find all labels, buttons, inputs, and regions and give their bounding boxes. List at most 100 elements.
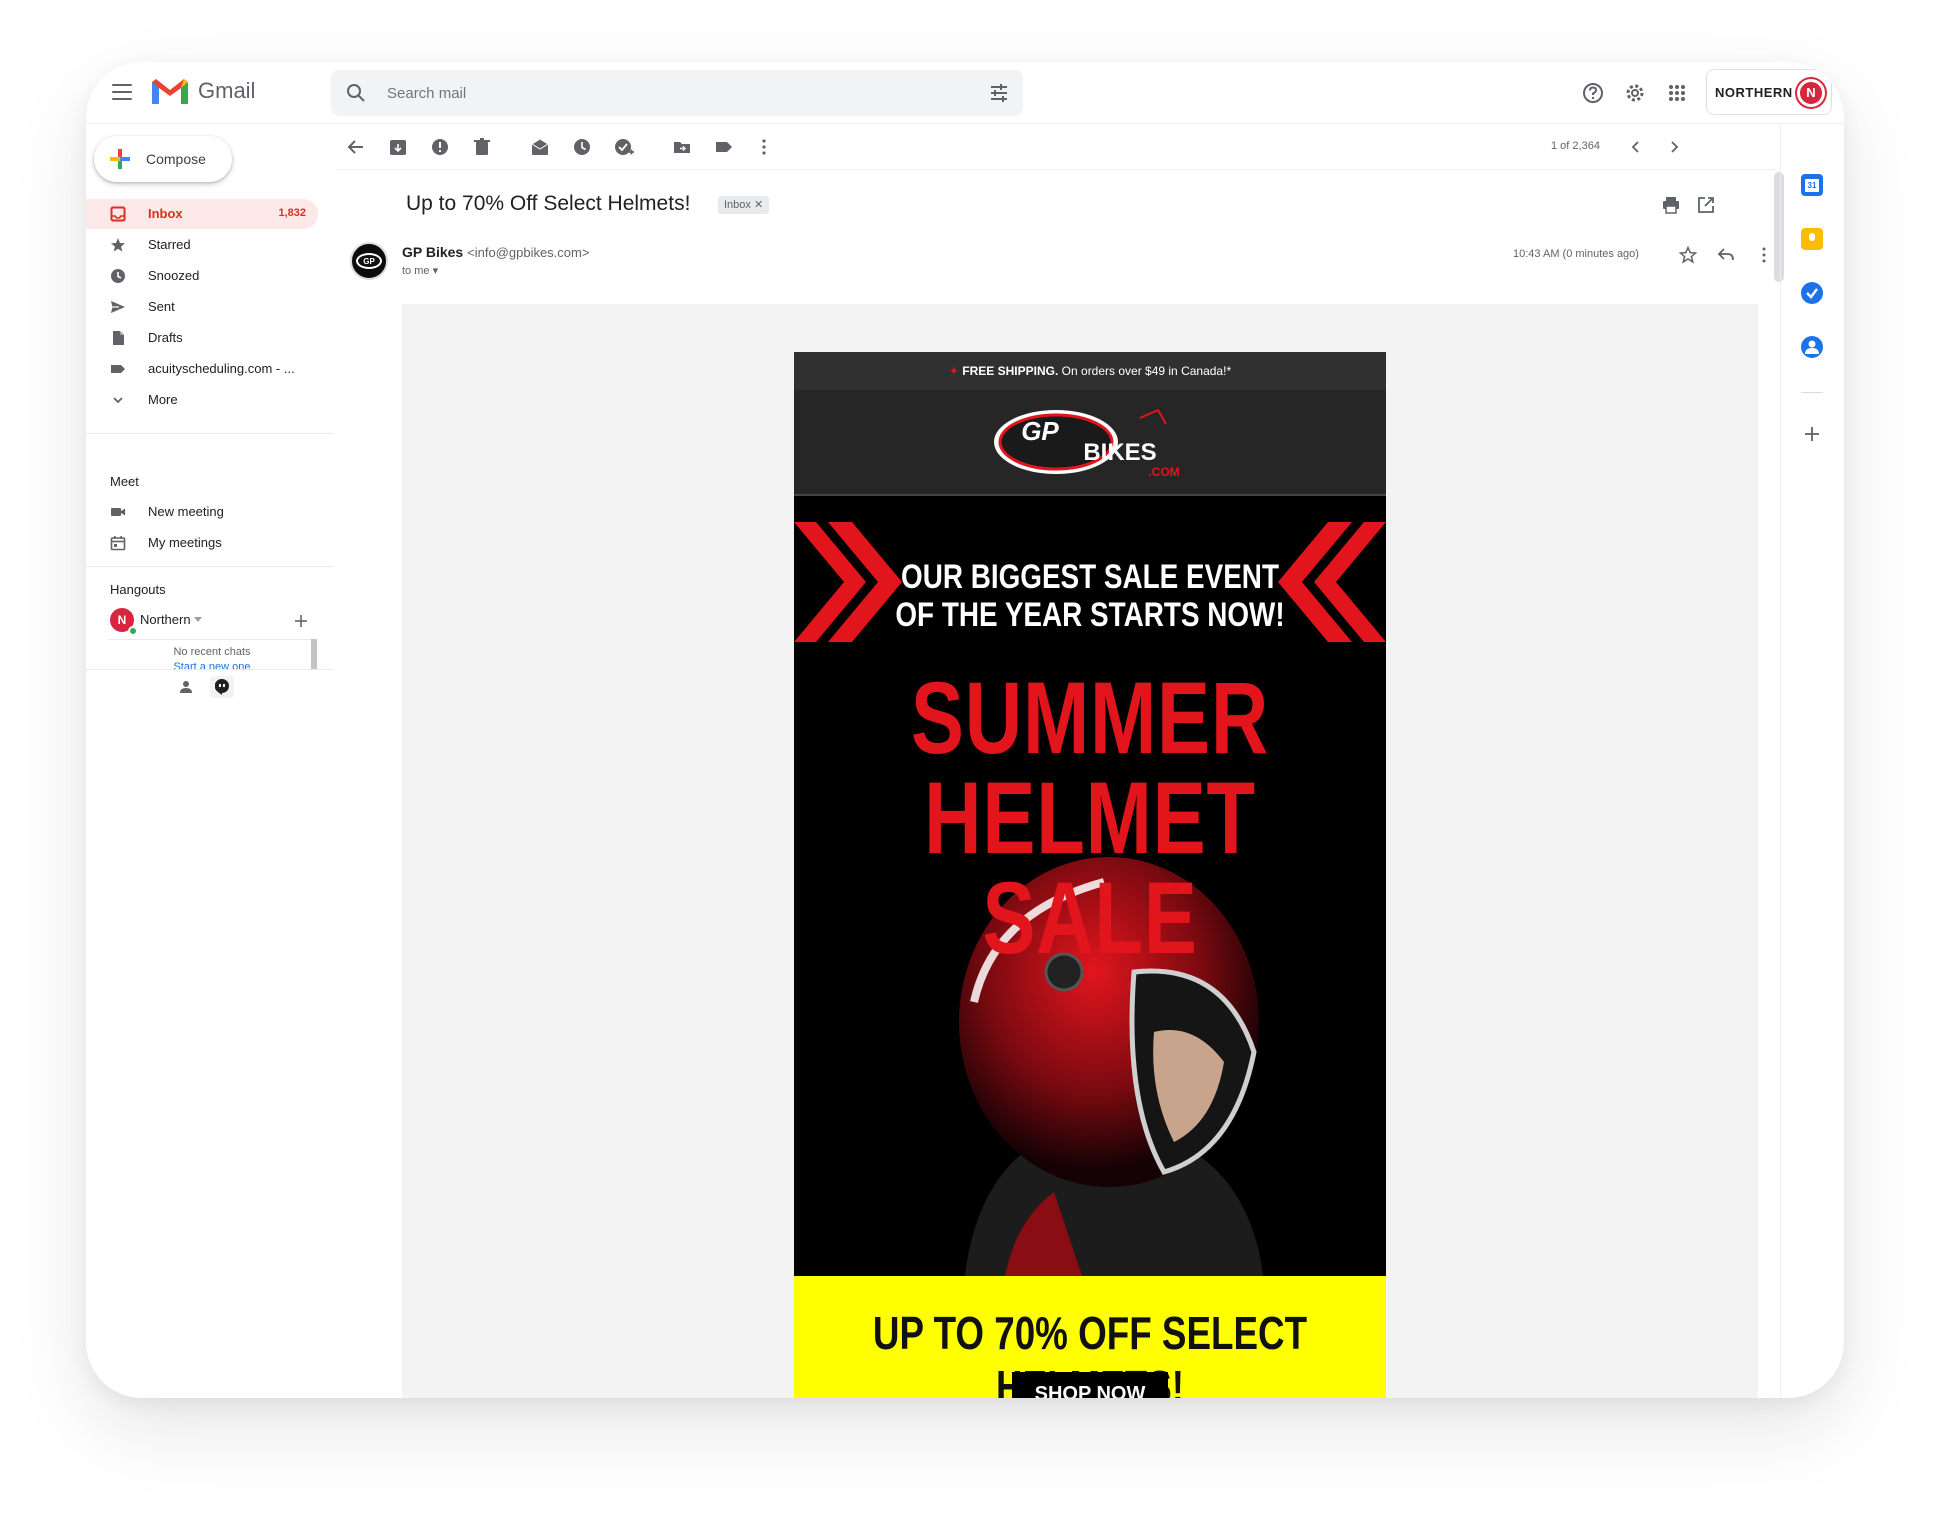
shipping-bold-text: FREE SHIPPING. <box>962 364 1059 378</box>
svg-text:GP: GP <box>363 257 375 266</box>
settings-gear-icon[interactable] <box>1622 80 1648 106</box>
open-new-window-icon[interactable] <box>1696 195 1716 215</box>
newsletter: ✦ FREE SHIPPING. On orders over $49 in C… <box>794 352 1386 1398</box>
recipient-text: to me <box>402 265 430 277</box>
account-name: NORTHERN <box>1715 85 1793 100</box>
my-meetings-label: My meetings <box>148 535 222 550</box>
add-to-tasks-icon[interactable] <box>614 137 634 157</box>
sidebar-item-snoozed[interactable]: Snoozed <box>86 261 318 291</box>
email-subject: Up to 70% Off Select Helmets! <box>406 192 691 215</box>
label-icon[interactable] <box>714 137 734 157</box>
add-chat-icon[interactable] <box>293 613 309 629</box>
main-content: 1 of 2,364 Up to 70% Off Select Helmets!… <box>336 124 1776 1398</box>
apps-grid-icon[interactable] <box>1664 80 1690 106</box>
sender-email: <info@gpbikes.com> <box>467 245 590 260</box>
contacts-person-icon[interactable] <box>179 680 193 694</box>
chat-list-scrollbar[interactable] <box>311 639 317 669</box>
caret-down-icon[interactable] <box>194 617 202 623</box>
get-addons-plus-icon[interactable] <box>1802 424 1822 444</box>
email-timestamp: 10:43 AM (0 minutes ago) <box>1513 248 1639 260</box>
new-meeting-item[interactable]: New meeting <box>86 497 318 527</box>
sender-avatar[interactable]: GP <box>350 242 388 280</box>
chevron-left-icon[interactable] <box>1626 137 1646 157</box>
rail-divider <box>1801 392 1823 393</box>
gmail-wordmark[interactable]: Gmail <box>198 78 255 104</box>
sidebar-item-drafts[interactable]: Drafts <box>86 323 318 353</box>
sidebar-divider <box>86 566 334 567</box>
search-bar[interactable] <box>331 70 1023 116</box>
contacts-app-icon[interactable] <box>1801 336 1823 358</box>
account-switcher[interactable]: NORTHERN N <box>1706 69 1832 115</box>
message-more-icon[interactable] <box>1755 246 1773 264</box>
label-chip-text: Inbox <box>724 199 751 211</box>
shop-now-button[interactable]: SHOP NOW <box>1012 1372 1168 1398</box>
sidebar-item-label: Sent <box>148 299 175 314</box>
new-meeting-label: New meeting <box>148 504 224 519</box>
search-icon[interactable] <box>345 82 367 104</box>
main-menu-icon[interactable] <box>112 84 132 100</box>
left-sidebar: Compose Inbox 1,832 Starred Snoozed Sent… <box>86 124 336 1398</box>
compose-plus-icon <box>110 149 130 169</box>
sidebar-item-inbox[interactable]: Inbox 1,832 <box>86 199 318 229</box>
search-options-icon[interactable] <box>989 83 1009 103</box>
archive-icon[interactable] <box>388 137 408 157</box>
shipping-banner[interactable]: ✦ FREE SHIPPING. On orders over $49 in C… <box>794 352 1386 390</box>
sidebar-item-starred[interactable]: Starred <box>86 230 318 260</box>
chevron-down-icon <box>113 397 123 404</box>
logo-gp-text: GP <box>1021 416 1059 446</box>
hangouts-section-title: Hangouts <box>110 582 166 597</box>
gmail-logo-icon[interactable] <box>150 76 190 106</box>
tasks-app-icon[interactable] <box>1801 282 1823 304</box>
print-icon[interactable] <box>1661 195 1681 215</box>
headline-line-1: OUR BIGGEST SALE EVENT <box>901 558 1279 596</box>
snooze-clock-icon[interactable] <box>572 137 592 157</box>
send-icon <box>111 301 125 313</box>
account-avatar[interactable]: N <box>1797 79 1825 107</box>
my-meetings-item[interactable]: My meetings <box>86 528 318 558</box>
hero-line-1: SUMMER <box>910 661 1270 775</box>
delete-trash-icon[interactable] <box>472 137 492 157</box>
unread-count: 1,832 <box>278 207 306 219</box>
logo-com-text: .COM <box>1148 465 1179 479</box>
inbox-label-chip[interactable]: Inbox ✕ <box>718 196 770 214</box>
more-vertical-icon[interactable] <box>754 137 774 157</box>
star-outline-icon[interactable] <box>1679 246 1697 264</box>
sidebar-item-sent[interactable]: Sent <box>86 292 318 322</box>
sidebar-item-acuity-label[interactable]: acuityscheduling.com - ... <box>86 354 318 384</box>
email-body: ✦ FREE SHIPPING. On orders over $49 in C… <box>402 304 1758 1398</box>
maple-leaf-icon: ✦ <box>948 364 959 378</box>
recipient-details[interactable]: to me ▾ <box>402 264 438 277</box>
hangouts-user-name[interactable]: Northern <box>140 612 191 627</box>
back-arrow-icon[interactable] <box>346 137 366 157</box>
remove-label-icon[interactable]: ✕ <box>754 199 763 211</box>
keep-app-icon[interactable] <box>1801 228 1823 250</box>
start-new-chat-link[interactable]: Start a new one <box>108 661 316 669</box>
gp-bikes-logo[interactable]: GP BIKES .COM <box>990 404 1190 480</box>
compose-button[interactable]: Compose <box>94 136 232 182</box>
headline-line-2: OF THE YEAR STARTS NOW! <box>895 596 1285 634</box>
reply-icon[interactable] <box>1717 246 1735 264</box>
label-tag-icon <box>111 365 125 373</box>
move-to-folder-icon[interactable] <box>672 137 692 157</box>
sidebar-item-more[interactable]: More <box>86 385 318 415</box>
chevron-right-icon[interactable] <box>1664 137 1684 157</box>
browser-frame: Gmail NORTHERN N Compose Inbox 1,832 Sta… <box>86 62 1844 1398</box>
hangouts-tab[interactable] <box>210 676 234 698</box>
hero-title: SUMMER HELMET SALE <box>859 661 1321 969</box>
compose-label: Compose <box>146 151 206 167</box>
sidebar-item-label: acuityscheduling.com - ... <box>148 361 295 376</box>
help-icon[interactable] <box>1580 80 1606 106</box>
sidebar-divider <box>86 433 334 434</box>
search-input[interactable] <box>385 70 945 116</box>
meet-section-title: Meet <box>110 474 139 489</box>
report-spam-icon[interactable] <box>430 137 450 157</box>
calendar-app-icon[interactable]: 31 <box>1801 174 1823 196</box>
mark-unread-icon[interactable] <box>530 137 550 157</box>
draft-file-icon <box>113 331 124 345</box>
inbox-icon <box>110 206 126 222</box>
sidebar-item-label: More <box>148 392 178 407</box>
promo-banner: UP TO 70% OFF SELECT HELMETS! SHOP NOW <box>794 1276 1386 1398</box>
sidebar-divider <box>86 669 334 670</box>
gp-bikes-logo-icon: GP <box>356 253 382 269</box>
sender-name[interactable]: GP Bikes <box>402 244 463 260</box>
